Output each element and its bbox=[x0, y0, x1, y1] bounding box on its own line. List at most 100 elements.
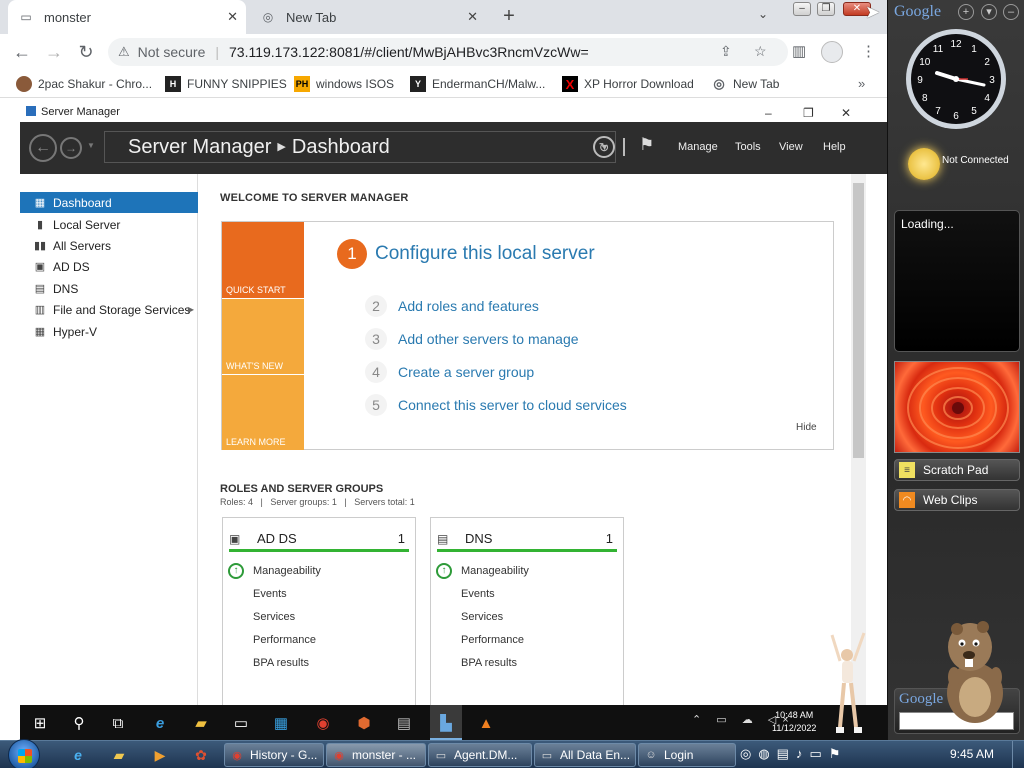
configure-local-server-link[interactable]: Configure this local server bbox=[375, 243, 595, 265]
back-icon[interactable]: ← bbox=[10, 40, 34, 64]
chrome-icon[interactable]: ◉ bbox=[312, 712, 334, 734]
tab-monster[interactable]: ▭ monster ✕ bbox=[8, 0, 246, 34]
forward-icon[interactable]: → bbox=[60, 137, 82, 159]
breadcrumb[interactable]: Server Manager ▶ Dashboard ▼ bbox=[104, 131, 616, 163]
sidebar-item-all-servers[interactable]: ▮▮ All Servers bbox=[20, 235, 198, 256]
security-label[interactable]: Not secure bbox=[138, 44, 206, 60]
sidebar-item-dashboard[interactable]: ▦ Dashboard bbox=[20, 192, 198, 213]
menu-view[interactable]: View bbox=[779, 141, 803, 153]
hide-link[interactable]: Hide bbox=[796, 422, 817, 433]
step-cloud-services[interactable]: 5 Connect this server to cloud services bbox=[365, 394, 627, 416]
new-tab-button[interactable]: + bbox=[498, 5, 520, 27]
remote-desktop-canvas[interactable]: Server Manager – ❐ ✕ ← → ▼ Server Manage… bbox=[20, 103, 887, 740]
task-view-icon[interactable]: ⧉ bbox=[107, 712, 129, 734]
menu-help[interactable]: Help bbox=[823, 141, 846, 153]
explorer-folder-icon[interactable]: ▰ bbox=[190, 712, 212, 734]
gadget-web-clips[interactable]: ◠ Web Clips bbox=[894, 489, 1020, 511]
step-link[interactable]: Add other servers to manage bbox=[398, 331, 579, 347]
server-app-icon[interactable]: ▤ bbox=[393, 712, 415, 734]
minimize-button[interactable]: – bbox=[793, 2, 811, 16]
app-hex-icon[interactable]: ⬢ bbox=[353, 712, 375, 734]
sidebar-item-file-storage[interactable]: ▥ File and Storage Services ▶ bbox=[20, 299, 198, 320]
analog-clock-gadget[interactable]: 12 12 3 45 6 78 9 1011 bbox=[904, 27, 1008, 131]
restore-button[interactable]: ❐ bbox=[817, 2, 835, 16]
refresh-icon[interactable]: ↻ bbox=[593, 136, 615, 158]
role-card-dns[interactable]: ▤ DNS 1 ↑ Manageability Events Services … bbox=[430, 517, 624, 705]
role-card-header[interactable]: ▤ DNS 1 bbox=[437, 531, 617, 552]
role-item-manageability[interactable]: Manageability bbox=[253, 565, 321, 577]
forward-icon[interactable]: → bbox=[42, 40, 66, 64]
sidebar-item-ad-ds[interactable]: ▣ AD DS bbox=[20, 256, 198, 277]
minimize-icon[interactable]: – bbox=[1003, 4, 1019, 20]
windows-start-icon[interactable]: ⊞ bbox=[29, 712, 51, 734]
tile-learn-more[interactable]: LEARN MORE bbox=[222, 375, 304, 450]
task-agent[interactable]: ▭ Agent.DM... bbox=[428, 743, 532, 767]
tab-close-icon[interactable]: ✕ bbox=[227, 9, 238, 25]
role-card-ad-ds[interactable]: ▣ AD DS 1 ↑ Manageability Events Service… bbox=[222, 517, 416, 705]
tab-search-chevron-icon[interactable]: ⌄ bbox=[758, 7, 768, 21]
bookmark-item[interactable]: PH windows ISOS bbox=[294, 76, 394, 92]
gadget-scratch-pad[interactable]: ≡ Scratch Pad bbox=[894, 459, 1020, 481]
step-link[interactable]: Add roles and features bbox=[398, 298, 539, 314]
tile-whats-new[interactable]: WHAT'S NEW bbox=[222, 299, 304, 374]
menu-manage[interactable]: Manage bbox=[678, 141, 718, 153]
tab-close-icon[interactable]: ✕ bbox=[467, 9, 478, 25]
kebab-menu-icon[interactable]: ⋮ bbox=[861, 42, 876, 60]
media-player-icon[interactable]: ▶ bbox=[149, 745, 171, 765]
start-button[interactable] bbox=[8, 739, 40, 768]
feed-gadget[interactable]: Loading... bbox=[894, 210, 1020, 352]
cmd-icon[interactable]: ▭ bbox=[230, 712, 252, 734]
restore-button[interactable]: ❐ bbox=[803, 104, 814, 123]
task-monster[interactable]: ◉ monster - ... bbox=[326, 743, 426, 767]
role-card-header[interactable]: ▣ AD DS 1 bbox=[229, 531, 409, 552]
reload-icon[interactable]: ↻ bbox=[74, 40, 98, 64]
menu-tools[interactable]: Tools bbox=[735, 141, 761, 153]
weather-sun-icon[interactable] bbox=[908, 148, 940, 180]
step-link[interactable]: Connect this server to cloud services bbox=[398, 397, 627, 413]
bookmark-item[interactable]: 2pac Shakur - Chro... bbox=[16, 76, 152, 92]
bookmark-item[interactable]: H FUNNY SNIPPIES bbox=[165, 76, 287, 92]
url-text[interactable]: 73.119.173.122:8081/#/client/MwBjAHBvc3R… bbox=[229, 44, 589, 60]
history-chevron-icon[interactable]: ▼ bbox=[87, 141, 95, 150]
profile-avatar[interactable] bbox=[821, 41, 843, 63]
role-item-manageability[interactable]: Manageability bbox=[461, 565, 529, 577]
side-panel-icon[interactable]: ▥ bbox=[792, 42, 806, 60]
add-gadget-icon[interactable]: + bbox=[958, 4, 974, 20]
remote-clock[interactable]: 10:48 AM 11/12/2022 bbox=[772, 709, 816, 735]
search-icon[interactable]: ⚲ bbox=[68, 712, 90, 734]
sidebar-item-dns[interactable]: ▤ DNS bbox=[20, 278, 198, 299]
task-history[interactable]: ◉ History - G... bbox=[224, 743, 324, 767]
slideshow-photo[interactable] bbox=[894, 361, 1020, 453]
step-link[interactable]: Create a server group bbox=[398, 364, 534, 380]
system-tray[interactable]: ◎◍▤♪▭⚑ bbox=[740, 746, 847, 762]
explorer-folder-icon[interactable]: ▰ bbox=[108, 745, 130, 765]
bookmark-item[interactable]: Y EndermanCH/Malw... bbox=[410, 76, 545, 92]
options-icon[interactable]: ▾ bbox=[981, 4, 997, 20]
share-icon[interactable]: ⇪ bbox=[720, 43, 732, 60]
paint-icon[interactable]: ✿ bbox=[190, 745, 212, 765]
breadcrumb-root[interactable]: Server Manager bbox=[128, 136, 271, 158]
minimize-button[interactable]: – bbox=[765, 104, 772, 123]
expand-arrow-icon[interactable]: ▶ bbox=[188, 305, 194, 314]
taskbar-clock[interactable]: 9:45 AM bbox=[950, 747, 994, 761]
role-item-performance[interactable]: Performance bbox=[461, 634, 524, 646]
warning-icon[interactable]: ⚠ bbox=[118, 44, 130, 60]
tab-new-tab[interactable]: ◎ New Tab ✕ bbox=[250, 0, 486, 34]
ie-icon[interactable]: e bbox=[67, 745, 89, 765]
bookmark-star-icon[interactable]: ☆ bbox=[754, 43, 767, 60]
vlc-icon[interactable]: ▲ bbox=[475, 712, 497, 734]
ie-icon[interactable]: e bbox=[149, 712, 171, 734]
show-desktop-button[interactable] bbox=[1012, 741, 1024, 768]
more-bookmarks-chevron-icon[interactable]: » bbox=[858, 76, 865, 91]
bookmark-item[interactable]: ◎ New Tab bbox=[711, 76, 779, 92]
scrollbar-thumb[interactable] bbox=[853, 183, 864, 458]
close-button[interactable]: ✕ bbox=[841, 104, 851, 123]
role-item-bpa[interactable]: BPA results bbox=[461, 657, 517, 669]
role-item-events[interactable]: Events bbox=[253, 588, 287, 600]
address-bar[interactable]: ⚠ Not secure | 73.119.173.122:8081/#/cli… bbox=[108, 38, 788, 66]
role-item-services[interactable]: Services bbox=[461, 611, 503, 623]
step-add-servers[interactable]: 3 Add other servers to manage bbox=[365, 328, 579, 350]
step-add-roles[interactable]: 2 Add roles and features bbox=[365, 295, 539, 317]
store-icon[interactable]: ▦ bbox=[270, 712, 292, 734]
role-item-bpa[interactable]: BPA results bbox=[253, 657, 309, 669]
